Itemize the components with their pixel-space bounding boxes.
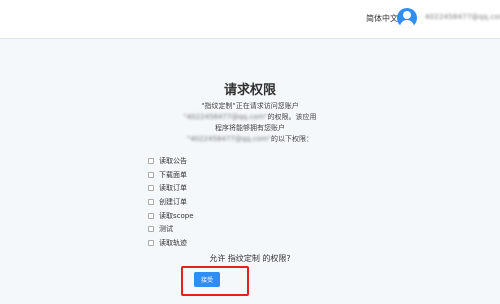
page-title: 请求权限 (223, 83, 276, 98)
desc-line-4-suffix: 的以下权限： (271, 135, 314, 143)
list-item: 测试 (148, 222, 194, 236)
accept-button[interactable]: 接受 (194, 272, 220, 287)
desc-line-2-suffix: 的权限。该应用 (267, 113, 317, 121)
checkbox-icon (148, 185, 154, 192)
permission-list: 读取公告 下载面单 读取订单 创建订单 读取scope 测试 读取轨迹 (148, 154, 194, 250)
desc-line-4: "4022458477@qq.com"的以下权限： (140, 134, 360, 145)
desc-line-2: "4022458477@qq.com"的权限。该应用 (140, 112, 360, 123)
checkbox-icon (148, 226, 154, 233)
list-item: 下载面单 (148, 168, 194, 182)
desc-line-1: "指纹定制"正在请求访问您账户 (201, 102, 299, 110)
permission-label: 读取订单 (159, 184, 187, 193)
top-bar: 简体中文 ⌄ 4022458477@qq.com (0, 0, 500, 39)
checkbox-icon (148, 198, 154, 205)
checkbox-icon (148, 157, 154, 164)
list-item: 读取公告 (148, 154, 194, 168)
list-item: 创建订单 (148, 195, 194, 209)
desc-line-3: 程序将能够拥有您账户 (215, 124, 285, 132)
checkbox-icon (148, 171, 154, 178)
desc-account-2: "4022458477@qq.com" (186, 135, 272, 143)
checkbox-icon (148, 212, 154, 219)
permission-label: 读取公告 (159, 156, 187, 165)
permission-label: 读取轨迹 (159, 238, 187, 247)
allow-question: 允许 指纹定制 的权限? (209, 254, 291, 263)
avatar-icon[interactable] (397, 8, 417, 28)
checkbox-icon (148, 239, 154, 246)
permission-label: 创建订单 (159, 197, 187, 206)
list-item: 读取订单 (148, 181, 194, 195)
list-item: 读取轨迹 (148, 236, 194, 250)
language-label: 简体中文 (366, 14, 398, 23)
permission-label: 读取scope (159, 211, 194, 220)
permission-label: 下载面单 (159, 170, 187, 179)
list-item: 读取scope (148, 209, 194, 223)
permission-description: "指纹定制"正在请求访问您账户 "4022458477@qq.com"的权限。该… (140, 101, 360, 145)
user-account[interactable]: 4022458477@qq.com (425, 13, 500, 21)
permission-label: 测试 (159, 225, 173, 234)
desc-account: "4022458477@qq.com" (183, 113, 268, 121)
